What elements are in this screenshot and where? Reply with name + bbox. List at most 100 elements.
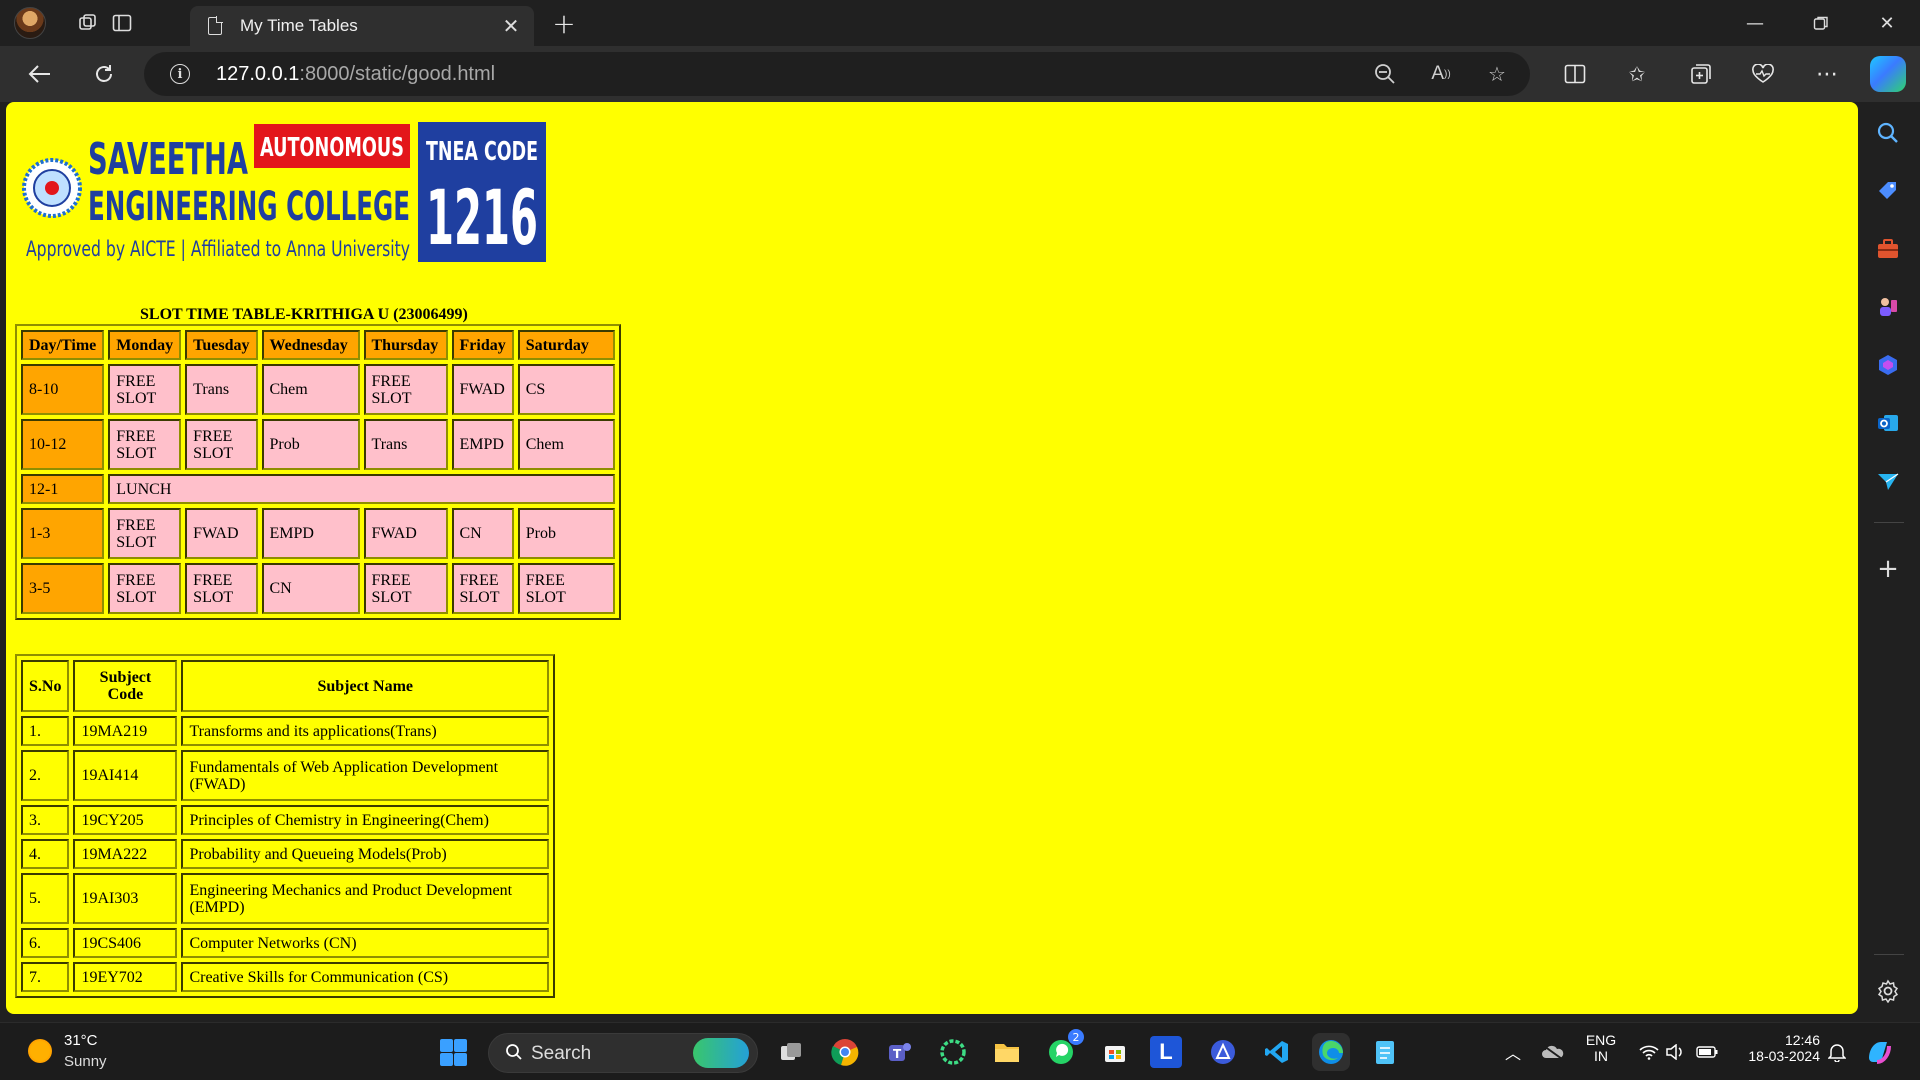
notification-bell-icon[interactable]	[1818, 1033, 1856, 1071]
slot-cell: FREE SLOT	[363, 563, 448, 614]
triangle-app-icon[interactable]	[1204, 1033, 1242, 1071]
subject-row: 3. 19CY205 Principles of Chemistry in En…	[21, 805, 549, 835]
subject-row: 6. 19CS406 Computer Networks (CN)	[21, 928, 549, 958]
subject-row: 1. 19MA219 Transforms and its applicatio…	[21, 716, 549, 746]
slot-cell: FREE SLOT	[108, 508, 182, 559]
search-highlight-icon	[693, 1038, 749, 1068]
page-icon	[208, 16, 223, 35]
header-wednesday: Wednesday	[261, 330, 360, 360]
task-view-icon[interactable]	[772, 1033, 810, 1071]
slot-timetable: Day/Time Monday Tuesday Wednesday Thursd…	[15, 324, 621, 620]
subject-sno: 7.	[21, 962, 70, 992]
close-tab-icon[interactable]: ✕	[496, 11, 526, 41]
clock-date: 18-03-2024	[1748, 1048, 1820, 1064]
subject-sno: 2.	[21, 750, 70, 801]
microsoft-365-icon[interactable]	[1871, 348, 1905, 382]
timetable-row: 10-12 FREE SLOT FREE SLOT Prob Trans EMP…	[21, 419, 615, 470]
url-text[interactable]: 127.0.0.1:8000/static/good.html	[216, 63, 495, 86]
workspaces-icon[interactable]	[70, 6, 106, 40]
tools-icon[interactable]	[1871, 232, 1905, 266]
battery-icon[interactable]	[1688, 1033, 1726, 1071]
whatsapp-icon[interactable]: 2	[1042, 1029, 1084, 1071]
slot-cell: FWAD	[185, 508, 258, 559]
language-indicator[interactable]: ENG IN	[1580, 1032, 1622, 1064]
settings-gear-icon[interactable]	[1871, 974, 1905, 1008]
zoom-out-icon[interactable]	[1370, 60, 1400, 88]
games-icon[interactable]	[1871, 290, 1905, 324]
timetable-header-row: Day/Time Monday Tuesday Wednesday Thursd…	[21, 330, 615, 360]
subject-row: 2. 19AI414 Fundamentals of Web Applicati…	[21, 750, 549, 801]
active-tab[interactable]: My Time Tables ✕	[190, 6, 534, 46]
subject-code: 19EY702	[73, 962, 178, 992]
timetable-caption: SLOT TIME TABLE-KRITHIGA U (23006499)	[140, 306, 468, 323]
outlook-icon[interactable]	[1871, 406, 1905, 440]
subject-code: 19CS406	[73, 928, 178, 958]
chevron-up-icon[interactable]: ︿	[1494, 1033, 1532, 1071]
slot-cell: FREE SLOT	[517, 563, 615, 614]
subject-name: Engineering Mechanics and Product Develo…	[181, 873, 549, 924]
weather-condition[interactable]: Sunny	[64, 1053, 107, 1070]
subject-name: Fundamentals of Web Application Developm…	[181, 750, 549, 801]
clock[interactable]: 12:46 18-03-2024	[1734, 1032, 1820, 1064]
svg-text:ENGINEERING COLLEGE: ENGINEERING COLLEGE	[88, 184, 410, 230]
copilot-taskbar-icon[interactable]	[1860, 1033, 1898, 1071]
slot-cell: Trans	[185, 364, 258, 415]
header-subject-code: Subject Code	[73, 660, 178, 712]
weather-temperature[interactable]: 31°C	[64, 1032, 98, 1049]
profile-avatar[interactable]	[14, 7, 46, 39]
favorite-star-icon[interactable]: ☆	[1482, 60, 1512, 88]
slot-cell: FREE SLOT	[108, 563, 182, 614]
edge-icon[interactable]	[1312, 1033, 1350, 1071]
time-slot: 10-12	[21, 419, 105, 470]
teams-icon[interactable]: T	[880, 1033, 918, 1071]
subject-row: 7. 19EY702 Creative Skills for Communica…	[21, 962, 549, 992]
new-tab-button[interactable]: +	[546, 6, 582, 40]
notification-badge: 2	[1068, 1029, 1084, 1045]
vertical-tabs-icon[interactable]	[104, 6, 140, 40]
favorites-icon[interactable]: ✩	[1620, 58, 1654, 90]
more-icon[interactable]: ⋯	[1810, 58, 1844, 90]
header-friday: Friday	[451, 330, 514, 360]
clock-time: 12:46	[1784, 1032, 1820, 1048]
time-slot: 8-10	[21, 364, 105, 415]
college-logo: SAVEETHA AUTONOMOUS ENGINEERING COLLEGE …	[22, 122, 546, 262]
shopping-tag-icon[interactable]	[1871, 174, 1905, 208]
weather-sun-icon[interactable]	[28, 1039, 52, 1063]
timetable-row: 12-1 LUNCH	[21, 474, 615, 504]
chrome-icon[interactable]	[826, 1033, 864, 1071]
notepad-icon[interactable]	[1366, 1033, 1404, 1071]
svg-text:Approved by AICTE | Affiliated: Approved by AICTE | Affiliated to Anna U…	[26, 237, 410, 262]
subject-sno: 4.	[21, 839, 70, 869]
microsoft-store-icon[interactable]	[1096, 1033, 1134, 1071]
browser-essentials-icon[interactable]	[1746, 58, 1780, 90]
loading-app-icon[interactable]	[934, 1033, 972, 1071]
close-window-button[interactable]: ✕	[1854, 0, 1920, 46]
send-icon[interactable]	[1871, 464, 1905, 498]
copilot-icon[interactable]	[1870, 56, 1906, 92]
read-aloud-icon[interactable]: A))	[1426, 60, 1456, 88]
onedrive-icon[interactable]	[1534, 1033, 1572, 1071]
collections-icon[interactable]	[1684, 58, 1718, 90]
slot-cell: Prob	[517, 508, 615, 559]
subject-sno: 1.	[21, 716, 70, 746]
windows-taskbar: 31°C Sunny Search T 2 L ︿ ENG IN 12:46 1…	[0, 1022, 1920, 1080]
start-button[interactable]	[434, 1033, 472, 1071]
address-bar[interactable]: i 127.0.0.1:8000/static/good.html A)) ☆	[144, 52, 1530, 96]
file-explorer-icon[interactable]	[988, 1033, 1026, 1071]
restore-button[interactable]	[1788, 0, 1854, 46]
refresh-icon[interactable]	[84, 56, 124, 92]
slot-cell: FREE SLOT	[451, 563, 514, 614]
search-icon[interactable]	[1871, 116, 1905, 150]
site-info-icon[interactable]: i	[170, 64, 190, 84]
timetable-row: 3-5 FREE SLOT FREE SLOT CN FREE SLOT FRE…	[21, 563, 615, 614]
taskbar-search[interactable]: Search	[488, 1033, 758, 1073]
minimize-button[interactable]: —	[1722, 0, 1788, 46]
vscode-icon[interactable]	[1258, 1033, 1296, 1071]
back-icon[interactable]	[20, 56, 60, 92]
split-screen-icon[interactable]	[1558, 58, 1592, 90]
subject-name: Creative Skills for Communication (CS)	[181, 962, 549, 992]
time-slot: 3-5	[21, 563, 105, 614]
slot-cell: EMPD	[451, 419, 514, 470]
l-app-icon[interactable]: L	[1150, 1036, 1182, 1068]
add-icon[interactable]: +	[1871, 552, 1905, 586]
